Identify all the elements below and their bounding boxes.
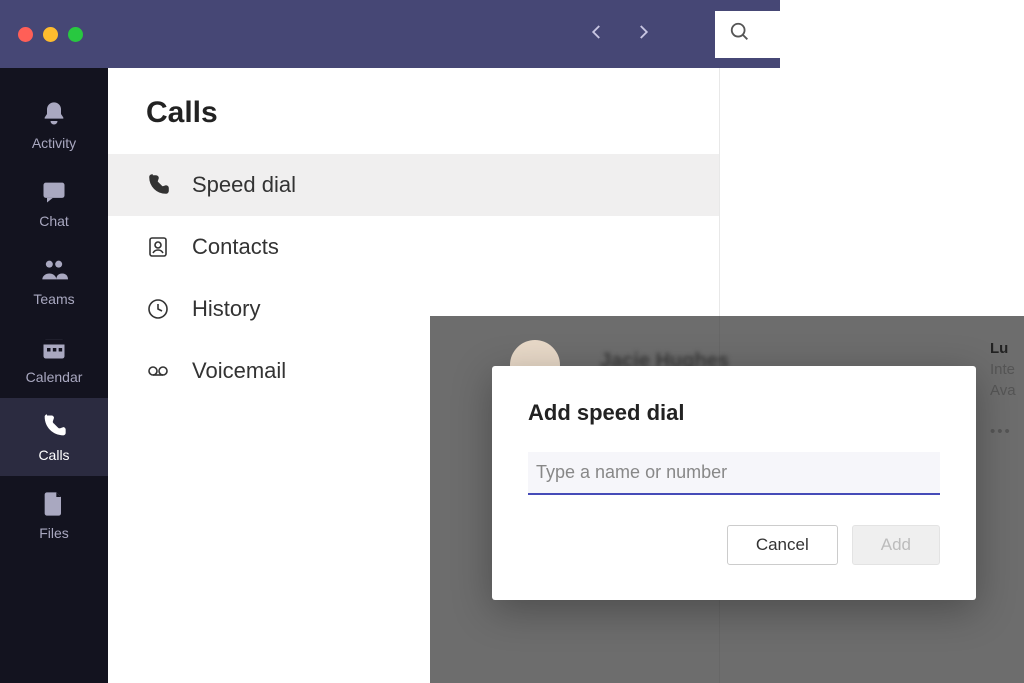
rail-calls[interactable]: Calls (0, 398, 108, 476)
rail-label: Calls (38, 447, 69, 463)
calendar-icon (40, 334, 68, 365)
phone-icon (40, 412, 68, 443)
nav-back-icon[interactable] (588, 23, 606, 46)
rail-label: Files (39, 525, 69, 541)
chat-icon (40, 178, 68, 209)
rail-calendar[interactable]: Calendar (0, 320, 108, 398)
menu-label: Voicemail (192, 358, 286, 384)
close-window-icon[interactable] (18, 27, 33, 42)
menu-label: Contacts (192, 234, 279, 260)
search-icon (729, 21, 751, 48)
speed-dial-input[interactable] (528, 452, 940, 495)
rail-label: Teams (33, 291, 74, 307)
minimize-window-icon[interactable] (43, 27, 58, 42)
rail-teams[interactable]: Teams (0, 242, 108, 320)
rail-activity[interactable]: Activity (0, 86, 108, 164)
menu-label: Speed dial (192, 172, 296, 198)
nav-forward-icon[interactable] (634, 23, 652, 46)
rail-label: Activity (32, 135, 76, 151)
maximize-window-icon[interactable] (68, 27, 83, 42)
cancel-button[interactable]: Cancel (727, 525, 838, 565)
search-box[interactable] (715, 11, 780, 58)
title-bar (0, 0, 780, 68)
contact-card-peek: Lu Inte Ava ••• (990, 338, 1024, 442)
menu-speed-dial[interactable]: Speed dial (108, 154, 719, 216)
rail-label: Calendar (26, 369, 83, 385)
app-rail: Activity Chat Teams Calendar Calls Files (0, 68, 108, 683)
file-icon (40, 490, 68, 521)
window-controls (18, 27, 83, 42)
teams-icon (40, 256, 68, 287)
rail-label: Chat (39, 213, 69, 229)
menu-label: History (192, 296, 260, 322)
more-icon[interactable]: ••• (990, 421, 1024, 442)
rail-chat[interactable]: Chat (0, 164, 108, 242)
dialog-title: Add speed dial (528, 400, 940, 426)
add-speed-dial-dialog: Add speed dial Cancel Add (492, 366, 976, 600)
rail-files[interactable]: Files (0, 476, 108, 554)
menu-contacts[interactable]: Contacts (108, 216, 719, 278)
add-button[interactable]: Add (852, 525, 940, 565)
panel-title: Calls (108, 68, 719, 154)
bell-icon (40, 100, 68, 131)
